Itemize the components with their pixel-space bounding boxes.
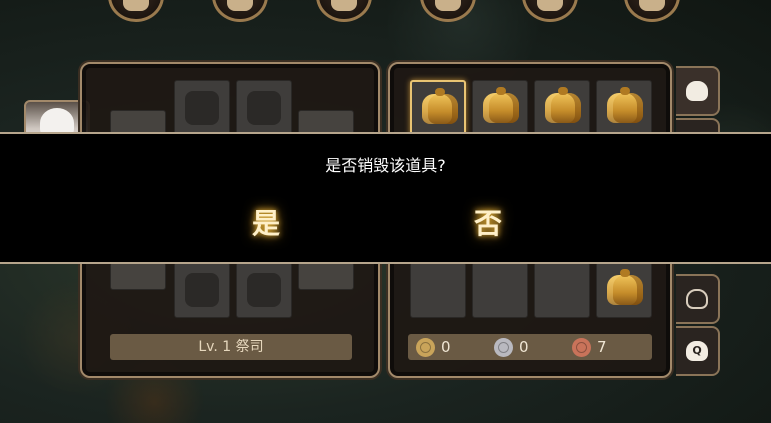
- chest-icon: [435, 0, 461, 11]
- boots-icon: [247, 273, 281, 307]
- nav-scroll-button[interactable]: [108, 0, 164, 22]
- crossed-swords-icon: [331, 0, 357, 11]
- equipment-slot-feet[interactable]: [236, 262, 292, 318]
- inventory-slot[interactable]: [410, 262, 466, 318]
- copper-amount: 7: [597, 338, 607, 356]
- inventory-tab-1[interactable]: [676, 66, 720, 116]
- gold-bag-icon: [483, 87, 519, 123]
- confirm-no-button[interactable]: 否: [448, 202, 528, 242]
- gold-bag-icon: [607, 269, 643, 305]
- nav-chest-button[interactable]: [420, 0, 476, 22]
- tab-glyph-letter: Q: [692, 344, 702, 357]
- character-level-class: Lv. 1 祭司: [110, 334, 352, 360]
- map-icon: [537, 0, 563, 11]
- bag-icon: [686, 81, 708, 101]
- confirm-yes-button[interactable]: 是: [226, 202, 306, 242]
- inventory-slot[interactable]: [534, 262, 590, 318]
- nav-battle-button[interactable]: [316, 0, 372, 22]
- inventory-slot[interactable]: [410, 80, 466, 136]
- inventory-slot[interactable]: [596, 80, 652, 136]
- inventory-tab-search[interactable]: Q: [676, 326, 720, 376]
- inventory-slot[interactable]: [534, 80, 590, 136]
- gold-bag-icon: [422, 88, 458, 124]
- bag-search-icon: Q: [686, 341, 708, 361]
- helmet-icon: [185, 91, 219, 125]
- destroy-item-dialog: 是否销毁该道具? 是 否: [0, 132, 771, 264]
- inventory-slot[interactable]: [472, 262, 528, 318]
- bag-icon: [686, 289, 708, 309]
- gear-icon: [639, 0, 665, 11]
- currency-bar: 0 0 7: [408, 334, 652, 360]
- silver-amount: 0: [519, 338, 529, 356]
- gold-bag-icon: [545, 87, 581, 123]
- gold-amount: 0: [441, 338, 451, 356]
- equipment-slot-neck[interactable]: [236, 80, 292, 136]
- gauntlet-icon: [185, 273, 219, 307]
- bag-icon: [227, 0, 253, 11]
- inventory-tab-3[interactable]: [676, 274, 720, 324]
- amulet-icon: [247, 91, 281, 125]
- equipment-slot-right-lower[interactable]: [298, 262, 354, 290]
- dialog-message: 是否销毁该道具?: [325, 156, 446, 175]
- equipment-slot-head[interactable]: [174, 80, 230, 136]
- gold-coin-icon: [416, 338, 435, 357]
- copper-coin-icon: [572, 338, 591, 357]
- nav-map-button[interactable]: [522, 0, 578, 22]
- nav-bag-button[interactable]: [212, 0, 268, 22]
- equipment-slot-hands[interactable]: [174, 262, 230, 318]
- silver-coin-icon: [494, 338, 513, 357]
- nav-settings-button[interactable]: [624, 0, 680, 22]
- inventory-slot[interactable]: [472, 80, 528, 136]
- equipment-slot-left-lower[interactable]: [110, 262, 166, 290]
- inventory-slot[interactable]: [596, 262, 652, 318]
- gold-bag-icon: [607, 87, 643, 123]
- top-nav: [0, 0, 771, 26]
- scroll-icon: [123, 0, 149, 11]
